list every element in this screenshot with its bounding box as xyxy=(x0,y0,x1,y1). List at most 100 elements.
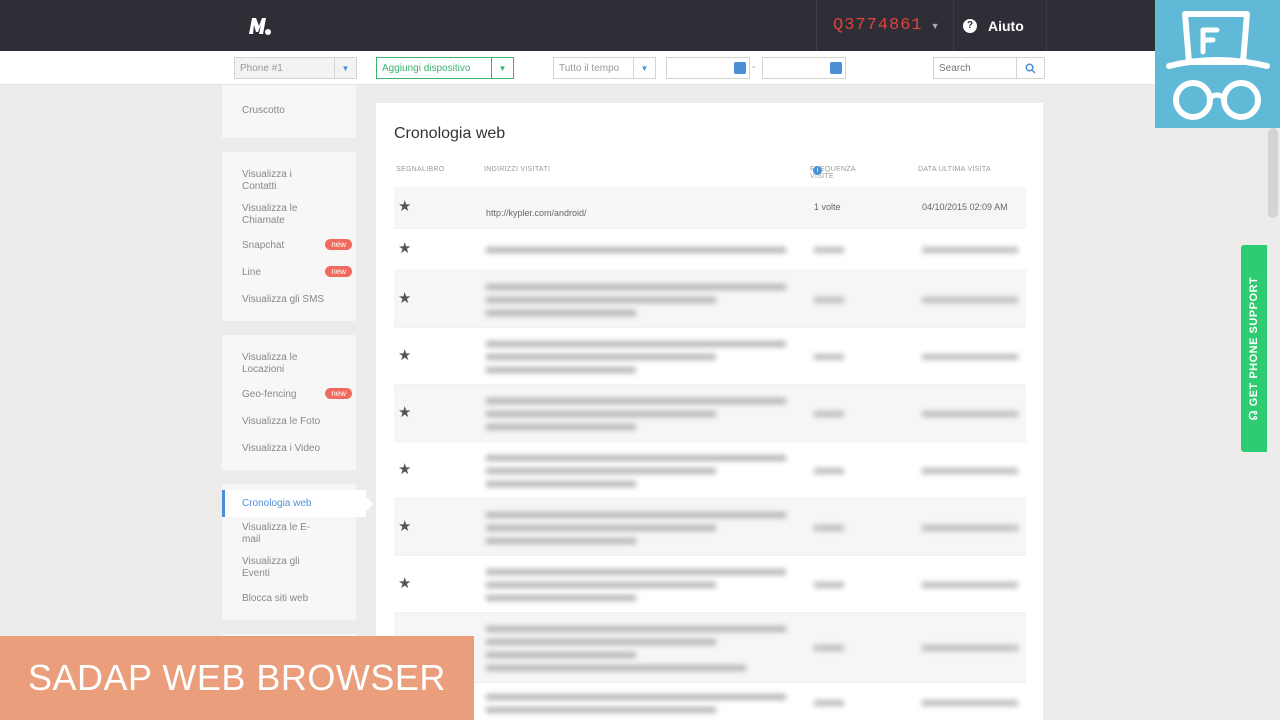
date-to-input[interactable] xyxy=(762,57,846,79)
sidebar-item[interactable]: Visualizza le Chiamate xyxy=(222,198,356,232)
table-row[interactable]: ★ xyxy=(394,271,1026,328)
info-icon[interactable]: i xyxy=(813,166,822,175)
sidebar-item-label: Visualizza le E-mail xyxy=(242,522,311,545)
blurred-text-bar xyxy=(814,353,844,360)
new-badge: new xyxy=(325,388,352,399)
visited-url[interactable] xyxy=(486,508,804,547)
blurred-text-bar xyxy=(486,353,716,360)
sidebar-item[interactable]: Snapchat new xyxy=(222,232,356,259)
date-from-input[interactable] xyxy=(666,57,750,79)
search-button[interactable] xyxy=(1016,58,1044,78)
last-visit-date xyxy=(922,645,1018,651)
chevron-down-icon[interactable]: ▼ xyxy=(491,58,513,78)
sidebar-item-label: Visualizza le Chiamate xyxy=(242,203,298,226)
visited-url[interactable] xyxy=(486,394,804,433)
sidebar-item[interactable]: Visualizza gli SMS xyxy=(222,286,356,313)
sidebar-item[interactable]: Visualizza i Video xyxy=(222,435,356,462)
sidebar-item[interactable]: Visualizza i Contatti xyxy=(222,164,356,198)
bookmark-star-icon[interactable]: ★ xyxy=(398,291,411,306)
visit-frequency xyxy=(814,353,844,360)
blurred-url-line xyxy=(486,306,804,319)
add-device-button[interactable]: Aggiungi dispositivo ▼ xyxy=(376,57,514,79)
calendar-icon[interactable] xyxy=(734,62,746,74)
bookmark-star-icon[interactable]: ★ xyxy=(398,462,411,477)
visited-url[interactable] xyxy=(486,622,804,674)
blurred-url-line xyxy=(486,521,804,534)
visited-url[interactable] xyxy=(486,244,804,257)
blurred-text-bar xyxy=(486,581,716,588)
blurred-text-bar xyxy=(486,537,636,544)
bookmark-star-icon[interactable]: ★ xyxy=(398,241,411,256)
bookmark-star-icon[interactable]: ★ xyxy=(398,348,411,363)
blurred-url-line xyxy=(486,565,804,578)
chevron-down-icon[interactable]: ▼ xyxy=(633,58,655,78)
sidebar-item-label: Visualizza i Video xyxy=(242,443,321,454)
table-row[interactable]: ★ xyxy=(394,556,1026,613)
title-banner: SADAP WEB BROWSER xyxy=(0,636,474,720)
page-scrollbar[interactable] xyxy=(1268,128,1278,218)
sidebar-item[interactable]: Visualizza le Foto xyxy=(222,408,356,435)
table-row[interactable]: ★ xyxy=(394,499,1026,556)
blurred-url-line xyxy=(486,464,804,477)
blurred-url-line xyxy=(486,508,804,521)
table-row[interactable]: ★ xyxy=(394,613,1026,683)
period-select[interactable]: Tutto il tempo ▼ xyxy=(553,57,656,79)
calendar-icon[interactable] xyxy=(830,62,842,74)
sidebar-item[interactable]: Visualizza le Locazioni xyxy=(222,347,356,381)
sidebar-item-label: Snapchat xyxy=(242,240,285,251)
blurred-text-bar xyxy=(814,247,844,253)
sidebar-item[interactable]: Visualizza le E-mail xyxy=(222,517,356,551)
sidebar-separator xyxy=(222,620,356,634)
sidebar-item[interactable]: Cruscotto xyxy=(222,97,356,124)
sidebar-item-label: Visualizza le Locazioni xyxy=(242,352,298,375)
blurred-text-bar xyxy=(486,467,716,474)
help-button[interactable]: ? Aiuto xyxy=(955,0,1047,51)
visited-url[interactable] xyxy=(486,337,804,376)
blurred-url-line xyxy=(486,622,804,635)
last-visit-date xyxy=(922,353,1018,360)
table-row[interactable]: ★ http://kypler.com/android/1 volte 04/10/… xyxy=(394,187,1026,229)
account-selector[interactable]: Q3774861 ▼ xyxy=(816,0,954,51)
visited-url[interactable]: http://kypler.com/android/ xyxy=(486,207,804,220)
sidebar-item-label: Visualizza gli SMS xyxy=(242,294,325,305)
sidebar-item[interactable]: Blocca siti web xyxy=(222,585,356,612)
blurred-url-line xyxy=(486,661,804,674)
blurred-text-bar xyxy=(922,700,1018,706)
blurred-text-bar xyxy=(486,594,636,601)
sidebar-group: Cruscotto xyxy=(222,85,356,138)
sidebar-item-label: Blocca siti web xyxy=(242,593,309,604)
phone-support-tab[interactable]: ☊ GET PHONE SUPPORT xyxy=(1241,245,1267,452)
blurred-url-line xyxy=(486,591,804,604)
blurred-text-bar xyxy=(486,625,786,632)
blurred-text-bar xyxy=(486,664,746,671)
sidebar-item-label: Geo-fencing xyxy=(242,389,297,400)
table-row[interactable]: ★ xyxy=(394,229,1026,271)
blurred-url-line xyxy=(486,363,804,376)
phone-select[interactable]: Phone #1 ▼ xyxy=(234,57,357,79)
bookmark-star-icon[interactable]: ★ xyxy=(398,519,411,534)
sidebar-item[interactable]: Visualizza gli Eventi xyxy=(222,551,356,585)
table-row[interactable]: ★ xyxy=(394,442,1026,499)
bookmark-star-icon[interactable]: ★ xyxy=(398,576,411,591)
question-icon: ? xyxy=(963,18,977,33)
blurred-text-bar xyxy=(922,581,1018,588)
bookmark-star-icon[interactable]: ★ xyxy=(398,405,411,420)
visited-url[interactable] xyxy=(486,451,804,490)
sidebar-item[interactable]: Geo-fencing new xyxy=(222,381,356,408)
sidebar-item[interactable]: Line new xyxy=(222,259,356,286)
table-row[interactable]: ★ xyxy=(394,683,1026,720)
blurred-text-bar xyxy=(922,410,1018,417)
bookmark-star-icon[interactable]: ★ xyxy=(398,199,411,214)
sidebar-item[interactable]: Cronologia web xyxy=(222,490,373,517)
visited-url[interactable] xyxy=(486,280,804,319)
table-row[interactable]: ★ xyxy=(394,385,1026,442)
search-input[interactable] xyxy=(939,62,1017,74)
visited-url[interactable] xyxy=(486,690,804,716)
blurred-url-line xyxy=(486,578,804,591)
table-row[interactable]: ★ xyxy=(394,328,1026,385)
sidebar-group: Visualizza i Contatti Visualizza le Chiam… xyxy=(222,152,356,321)
mspy-logo-icon[interactable] xyxy=(246,14,272,36)
visited-url[interactable] xyxy=(486,565,804,604)
blurred-text-bar xyxy=(486,247,786,253)
chevron-down-icon[interactable]: ▼ xyxy=(334,58,356,78)
